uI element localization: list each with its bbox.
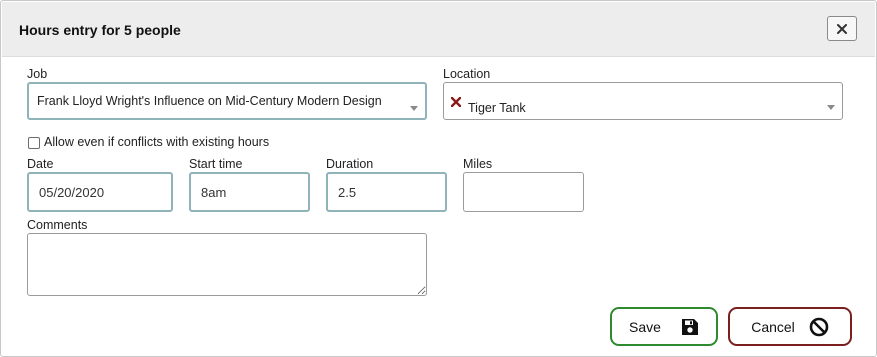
- location-selected-value: Tiger Tank: [468, 101, 526, 115]
- duration-label: Duration: [326, 157, 374, 171]
- floppy-disk-icon: [681, 318, 698, 335]
- comments-field[interactable]: [27, 233, 427, 296]
- close-icon: [837, 23, 847, 34]
- chevron-down-icon: [410, 106, 418, 111]
- start-time-field[interactable]: [189, 172, 310, 212]
- location-select[interactable]: Tiger Tank: [443, 82, 843, 120]
- dialog-header: Hours entry for 5 people: [2, 2, 875, 57]
- chevron-down-icon: [827, 105, 835, 110]
- hours-entry-dialog: Hours entry for 5 people Job Frank Lloyd…: [0, 0, 877, 357]
- dialog-title: Hours entry for 5 people: [19, 22, 181, 38]
- allow-conflicts-label: Allow even if conflicts with existing ho…: [44, 135, 270, 149]
- save-button-label: Save: [629, 318, 661, 335]
- duration-field[interactable]: [326, 172, 447, 212]
- date-field[interactable]: [27, 172, 173, 212]
- date-label: Date: [27, 157, 54, 171]
- cancel-button-label: Cancel: [751, 318, 795, 335]
- cancel-button[interactable]: Cancel: [728, 307, 852, 346]
- miles-field[interactable]: [463, 172, 584, 212]
- job-selected-value: Frank Lloyd Wright's Influence on Mid-Ce…: [37, 94, 382, 108]
- job-label: Job: [27, 67, 48, 81]
- save-button[interactable]: Save: [610, 307, 718, 346]
- prohibited-icon: [809, 317, 829, 336]
- location-label: Location: [443, 67, 491, 81]
- remove-icon[interactable]: [451, 97, 461, 107]
- miles-label: Miles: [463, 157, 493, 171]
- start-time-label: Start time: [189, 157, 243, 171]
- job-select[interactable]: Frank Lloyd Wright's Influence on Mid-Ce…: [27, 82, 427, 120]
- comments-label: Comments: [27, 218, 88, 232]
- close-button[interactable]: [827, 16, 857, 41]
- allow-conflicts-checkbox[interactable]: [28, 137, 40, 149]
